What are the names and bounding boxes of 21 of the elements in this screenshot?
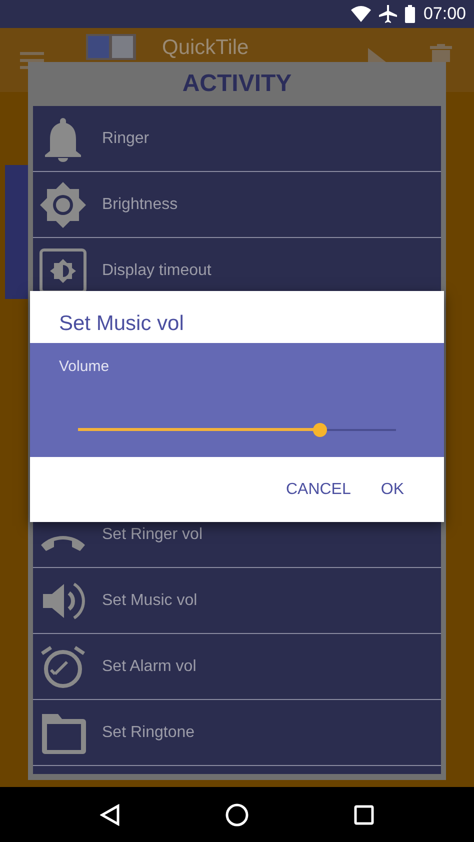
app-title: QuickTile xyxy=(162,36,249,60)
list-item[interactable]: Set Ringtone xyxy=(33,700,441,765)
tiles-icon xyxy=(86,34,136,60)
clock-time: 07:00 xyxy=(423,3,466,26)
list-item[interactable]: Set Alarm vol xyxy=(33,634,441,699)
recents-icon[interactable] xyxy=(354,804,374,824)
battery-icon xyxy=(405,5,416,23)
wifi-icon xyxy=(351,6,372,22)
list-item[interactable]: Brightness xyxy=(33,172,441,237)
panel-title: ACTIVITY xyxy=(182,69,292,99)
slider-thumb[interactable] xyxy=(312,423,327,437)
volume-label: Volume xyxy=(59,358,110,375)
volume-slider[interactable] xyxy=(78,423,396,437)
dialog-title: Set Music vol xyxy=(59,310,184,336)
home-icon[interactable] xyxy=(224,802,249,826)
back-icon[interactable] xyxy=(100,804,120,826)
trash-icon[interactable] xyxy=(430,44,452,62)
list-item[interactable]: Ringer xyxy=(33,106,441,171)
brightness-icon xyxy=(38,180,88,230)
airplane-icon xyxy=(379,5,398,23)
list-item[interactable]: Set Music vol xyxy=(33,568,441,633)
